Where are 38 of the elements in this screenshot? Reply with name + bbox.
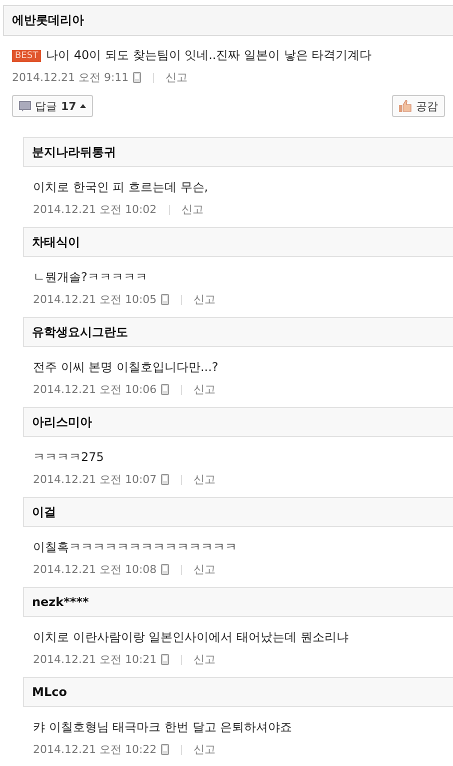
author-name: MLco [32, 685, 67, 699]
author-name: 차태식이 [32, 234, 80, 250]
report-link[interactable]: 신고 [194, 382, 216, 397]
report-link[interactable]: 신고 [166, 70, 188, 85]
comment-text: 캬 이칠호형님 태극마크 한번 달고 은퇴하셔야죠 [33, 719, 294, 736]
comment-date: 2014.12.21 오전 10:21 [33, 652, 157, 667]
author-name: nezk**** [32, 595, 89, 609]
comment-date: 2014.12.21 오전 10:08 [33, 562, 157, 577]
author-name: 에반롯데리아 [12, 12, 84, 29]
speech-bubble-icon [19, 100, 31, 112]
author-name: 아리스미아 [32, 414, 92, 430]
replies-button[interactable]: 답글 17 [12, 95, 94, 117]
report-link[interactable]: 신고 [182, 202, 204, 217]
report-link[interactable]: 신고 [194, 562, 216, 577]
author-name: 이걸 [32, 504, 56, 520]
like-button[interactable]: 공감 [392, 95, 445, 117]
comment-date: 2014.12.21 오전 9:11 [12, 70, 129, 85]
comment-text: 나이 40이 되도 찾는팀이 잇네..진짜 일본이 낳은 타격기계다 [46, 47, 372, 64]
comment-date: 2014.12.21 오전 10:22 [33, 742, 157, 757]
comment-date: 2014.12.21 오전 10:02 [33, 202, 157, 217]
author-name: 유학생요시그란도 [32, 324, 128, 340]
comment-date: 2014.12.21 오전 10:05 [33, 292, 157, 307]
comment-text: ㅋㅋㅋㅋ275 [33, 449, 105, 466]
comment-text: ㄴ뭔개솔?ㅋㅋㅋㅋㅋ [33, 269, 148, 286]
comment-text: 이치로 이란사람이랑 일본인사이에서 태어났는데 뭔소리냐 [33, 629, 350, 646]
report-link[interactable]: 신고 [194, 292, 216, 307]
best-badge: BEST [12, 50, 42, 62]
comment-date: 2014.12.21 오전 10:06 [33, 382, 157, 397]
comment-text: 이칠혹ㅋㅋㅋㅋㅋㅋㅋㅋㅋㅋㅋㅋㅋㅋ [33, 539, 238, 556]
caret-icon [80, 104, 86, 108]
comment-date: 2014.12.21 오전 10:07 [33, 472, 157, 487]
comment-text: 전주 이씨 본명 이칠호입니다만...? [33, 359, 220, 376]
report-link[interactable]: 신고 [194, 652, 216, 667]
report-link[interactable]: 신고 [194, 472, 216, 487]
report-link[interactable]: 신고 [194, 742, 216, 757]
comment-text: 이치로 한국인 피 흐르는데 무슨, [33, 179, 210, 196]
thumbs-up-icon [399, 100, 412, 112]
author-name: 분지나라뒤통귀 [32, 144, 116, 160]
